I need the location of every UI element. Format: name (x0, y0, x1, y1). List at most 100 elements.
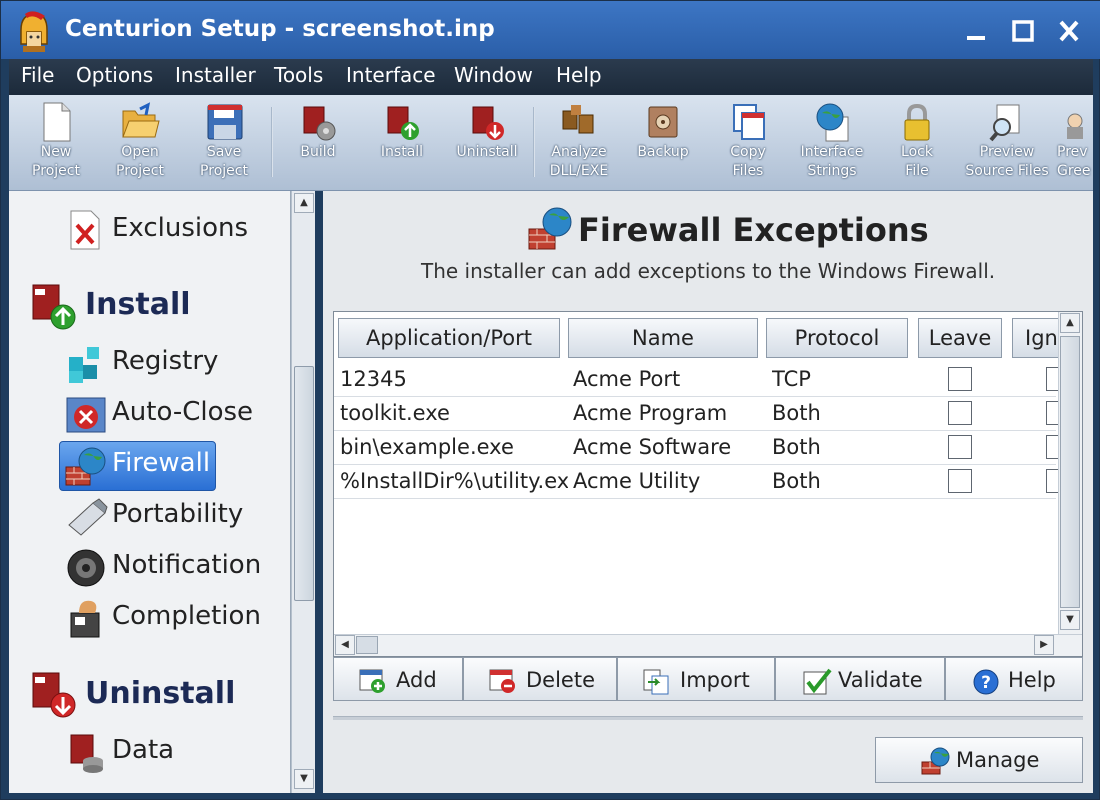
sidebar-item-portability[interactable]: Portability (112, 499, 243, 529)
leave-checkbox[interactable] (948, 401, 972, 425)
sidebar-item-firewall[interactable]: Firewall (59, 441, 216, 491)
column-header-application-port[interactable]: Application/Port (338, 318, 560, 358)
menu-interface[interactable]: Interface (346, 63, 436, 87)
firewall-exceptions-table: Application/Port Name Protocol Leave Ign… (333, 311, 1083, 657)
table-horizontal-scrollbar[interactable]: ◀ ▶ (334, 634, 1082, 656)
validate-checkmark-icon (803, 668, 832, 695)
preview-greeting-button[interactable]: Prev Gree (1057, 101, 1093, 187)
manage-firewall-icon (921, 747, 950, 775)
title-bar[interactable]: Centurion Setup - screenshot.inp (1, 1, 1100, 59)
open-folder-icon (122, 102, 160, 138)
minimize-button[interactable] (957, 15, 993, 47)
table-row[interactable]: toolkit.exe Acme Program Both (334, 397, 1070, 431)
uninstall-button[interactable]: Uninstall (446, 101, 528, 187)
page-title: Firewall Exceptions (578, 211, 929, 249)
toolbar: New Project Open Project Save Project Build… (9, 95, 1093, 191)
column-header-protocol[interactable]: Protocol (766, 318, 908, 358)
close-button[interactable] (1051, 15, 1087, 47)
build-button[interactable]: Build (277, 101, 359, 187)
scrollbar-thumb[interactable] (294, 366, 314, 601)
table-hscroll-thumb[interactable] (356, 636, 378, 654)
save-project-button[interactable]: Save Project (183, 101, 265, 187)
table-scroll-right-arrow-icon[interactable]: ▶ (1034, 635, 1054, 655)
sidebar-item-completion[interactable]: Completion (112, 601, 261, 631)
delete-button[interactable]: Delete (463, 657, 617, 701)
toolbar-separator (271, 107, 273, 177)
lock-file-button[interactable]: Lock File (876, 101, 958, 187)
main-content: Firewall Exceptions The installer can ad… (323, 191, 1093, 793)
auto-close-icon (66, 397, 106, 433)
interface-strings-button[interactable]: Interface Strings (791, 101, 873, 187)
sidebar-item-auto-close[interactable]: Auto-Close (112, 397, 253, 427)
validate-button[interactable]: Validate (775, 657, 945, 701)
sidebar-heading-uninstall[interactable]: Uninstall (85, 676, 235, 711)
copy-files-button[interactable]: Copy Files (707, 101, 789, 187)
sidebar-item-registry[interactable]: Registry (112, 346, 218, 376)
save-disk-icon (207, 104, 243, 140)
import-button[interactable]: Import (617, 657, 775, 701)
preview-greeting-icon (1067, 113, 1083, 139)
sidebar-item-exclusions[interactable]: Exclusions (112, 213, 248, 243)
add-button[interactable]: Add (333, 657, 463, 701)
sidebar-item-firewall-label: Firewall (112, 448, 211, 478)
menu-bar: File Options Installer Tools Interface W… (9, 59, 1093, 95)
sidebar-item-data[interactable]: Data (112, 735, 174, 765)
globe-document-icon (816, 103, 849, 142)
build-icon (303, 106, 336, 141)
exclusions-icon (70, 210, 100, 250)
window-title: Centurion Setup - screenshot.inp (65, 16, 495, 42)
column-header-name[interactable]: Name (568, 318, 758, 358)
sidebar: Exclusions Install Registry Auto-Close F… (9, 191, 291, 793)
preview-source-files-button[interactable]: Preview Source Files (961, 101, 1053, 187)
backup-button[interactable]: Backup (622, 101, 704, 187)
delete-table-icon (489, 669, 515, 693)
open-project-button[interactable]: Open Project (99, 101, 181, 187)
column-header-ignore[interactable]: Ign (1012, 318, 1064, 358)
page-subtitle: The installer can add exceptions to the … (421, 259, 996, 283)
table-row[interactable]: 12345 Acme Port TCP (334, 363, 1070, 397)
preview-magnifier-icon (989, 104, 1020, 142)
menu-options[interactable]: Options (76, 63, 153, 87)
column-header-leave[interactable]: Leave (918, 318, 1002, 358)
leave-checkbox[interactable] (948, 367, 972, 391)
notification-speaker-icon (67, 549, 105, 587)
sidebar-heading-install[interactable]: Install (85, 287, 191, 322)
scroll-up-arrow-icon[interactable]: ▲ (294, 193, 314, 213)
uninstall-icon (472, 106, 504, 140)
padlock-icon (904, 103, 930, 141)
uninstall-section-icon (32, 672, 76, 718)
analyze-icon (562, 105, 594, 134)
new-project-button[interactable]: New Project (15, 101, 97, 187)
menu-installer[interactable]: Installer (175, 63, 256, 87)
import-icon (643, 669, 669, 695)
help-button[interactable]: ? Help (945, 657, 1083, 701)
install-icon (387, 106, 419, 140)
install-button[interactable]: Install (361, 101, 443, 187)
analyze-dll-exe-button[interactable]: Analyze DLL/EXE (538, 101, 620, 187)
sidebar-scrollbar[interactable]: ▲ ▼ (291, 191, 315, 793)
table-scroll-up-arrow-icon[interactable]: ▲ (1060, 313, 1080, 333)
maximize-button[interactable] (1005, 15, 1041, 47)
application-window: Centurion Setup - screenshot.inp File Op… (0, 0, 1100, 800)
leave-checkbox[interactable] (948, 435, 972, 459)
table-scroll-down-arrow-icon[interactable]: ▼ (1060, 610, 1080, 630)
menu-help[interactable]: Help (556, 63, 602, 87)
leave-checkbox[interactable] (948, 469, 972, 493)
table-vertical-scrollbar[interactable]: ▲ ▼ (1058, 312, 1082, 634)
data-icon (70, 734, 103, 773)
sidebar-item-notification[interactable]: Notification (112, 550, 261, 580)
menu-window[interactable]: Window (454, 63, 533, 87)
registry-icon (69, 347, 99, 383)
table-scrollbar-thumb[interactable] (1060, 336, 1080, 608)
table-row[interactable]: %InstallDir%\utility.exe Acme Utility Bo… (334, 465, 1070, 499)
table-scroll-left-arrow-icon[interactable]: ◀ (335, 635, 355, 655)
menu-tools[interactable]: Tools (274, 63, 323, 87)
menu-file[interactable]: File (21, 63, 54, 87)
section-divider (333, 716, 1083, 720)
manage-button[interactable]: Manage (875, 737, 1083, 783)
svg-text:?: ? (981, 673, 991, 693)
table-row[interactable]: bin\example.exe Acme Software Both (334, 431, 1070, 465)
scroll-down-arrow-icon[interactable]: ▼ (294, 769, 314, 789)
centurion-helmet-icon (20, 11, 48, 52)
completion-icon (70, 600, 100, 638)
